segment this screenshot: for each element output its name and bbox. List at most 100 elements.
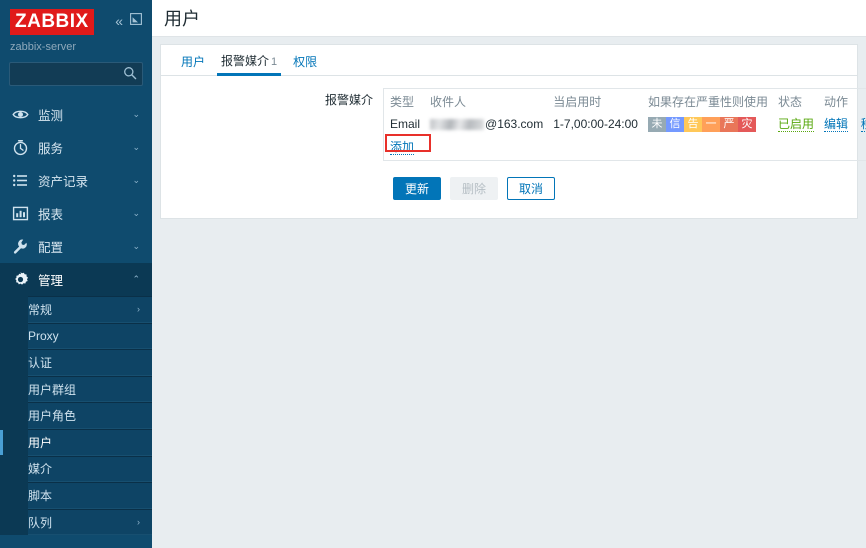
sidebar-subitem-label: 脚本 (28, 488, 53, 503)
sidebar-item-label: 服务 (38, 142, 64, 156)
media-box: 类型 收件人 当启用时 如果存在严重性则使用 状态 动作 Email @163.… (383, 88, 866, 161)
column-header-action: 动作 (824, 95, 849, 109)
sidebar-subitem-label: 认证 (28, 355, 53, 370)
bar-chart-icon (12, 205, 34, 222)
sidebar-nav: 监测 ⌄ 服务 ⌄ 资产记录 ⌄ 报表 ⌄ 配置 ⌄ 管理 ⌃ 常规 › Pro… (0, 98, 152, 536)
chevron-right-icon: › (137, 517, 140, 528)
sidebar-item-label: 管理 (38, 274, 64, 288)
sidebar-subitem-label: 用户群组 (28, 382, 77, 397)
sidebar-header-icons: « (115, 9, 142, 28)
edit-link[interactable]: 编辑 (824, 117, 849, 132)
chevron-up-icon: ⌃ (132, 274, 140, 284)
severity-badge-list: 未 信 告 一 严 灾 (647, 116, 756, 132)
search-icon (123, 66, 137, 83)
chevron-down-icon: ⌄ (132, 109, 140, 119)
severity-badge-disaster[interactable]: 灾 (737, 116, 756, 132)
sidebar-subitem-label: 常规 (28, 302, 53, 317)
cancel-button[interactable]: 取消 (507, 177, 556, 200)
severity-badge-average[interactable]: 一 (701, 116, 720, 132)
sidebar-item-queue[interactable]: 队列 › (28, 508, 152, 536)
server-name: zabbix-server (10, 41, 77, 53)
chevron-down-icon: ⌄ (132, 208, 140, 218)
cell-when-active: 1-7,00:00-24:00 (553, 116, 638, 131)
severity-badge-information[interactable]: 信 (665, 116, 684, 132)
redacted-recipient (430, 118, 485, 130)
sidebar-item-label: 资产记录 (38, 175, 89, 189)
column-header-when-active: 当启用时 (553, 95, 602, 109)
user-form-card: 用户 报警媒介 1 权限 报警媒介 类型 收件人 当启用时 如果存在严重性则使用… (160, 44, 866, 219)
table-row: Email @163.com 1-7,00:00-24:00 未 信 告 一 严… (390, 113, 866, 134)
cell-recipient: @163.com (430, 113, 553, 134)
sidebar-item-user-roles[interactable]: 用户角色 (28, 402, 152, 429)
gear-icon (12, 271, 34, 288)
main-content: 用户 用户 报警媒介 1 权限 报警媒介 类型 收件人 当启用时 如果存在严重性… (152, 0, 866, 548)
tab-bar: 用户 报警媒介 1 权限 (161, 45, 857, 76)
sidebar-subitem-label: 用户角色 (28, 409, 77, 424)
severity-badge-high[interactable]: 严 (719, 116, 738, 132)
sidebar-item-proxy[interactable]: Proxy (28, 322, 152, 350)
sidebar-item-label: 监测 (38, 109, 64, 123)
severity-badge-warning[interactable]: 告 (683, 116, 702, 132)
sidebar-search (0, 53, 152, 86)
tab-permissions[interactable]: 权限 (285, 56, 325, 75)
chevron-right-icon: › (137, 304, 140, 315)
sidebar-item-scripts[interactable]: 脚本 (28, 482, 152, 509)
tab-label: 报警媒介 (221, 54, 270, 68)
cell-status: 已启用 (777, 113, 824, 134)
sidebar-item-monitoring[interactable]: 监测 ⌄ (0, 98, 152, 131)
tab-count: 1 (271, 56, 278, 68)
sidebar-item-administration[interactable]: 管理 ⌃ (0, 263, 152, 296)
media-table: 类型 收件人 当启用时 如果存在严重性则使用 状态 动作 Email @163.… (390, 92, 866, 134)
form-button-row: 更新 删除 取消 (161, 161, 857, 200)
sidebar-item-reports[interactable]: 报表 ⌄ (0, 197, 152, 230)
chevron-down-icon: ⌄ (132, 241, 140, 251)
sidebar-item-media-types[interactable]: 媒介 (28, 455, 152, 483)
sidebar-item-user-groups[interactable]: 用户群组 (28, 375, 152, 403)
sidebar-subitem-label: 媒介 (28, 462, 53, 477)
search-box[interactable] (9, 62, 143, 86)
column-header-type: 类型 (390, 95, 415, 109)
table-header-row: 类型 收件人 当启用时 如果存在严重性则使用 状态 动作 (390, 92, 866, 113)
sidebar: ZABBIX « zabbix-server 监测 ⌄ 服务 ⌄ 资产记录 ⌄ … (0, 0, 152, 548)
tab-user[interactable]: 用户 (173, 56, 213, 75)
remove-link[interactable]: 移除 (860, 117, 866, 132)
expand-box-icon[interactable] (130, 13, 142, 28)
status-badge[interactable]: 已启用 (777, 117, 814, 132)
list-icon (12, 172, 34, 189)
tab-label: 权限 (293, 55, 318, 69)
cell-media-type: Email (390, 116, 421, 131)
add-media-wrap: 添加 (385, 134, 431, 155)
column-header-recipient: 收件人 (430, 95, 467, 109)
sidebar-item-inventory[interactable]: 资产记录 ⌄ (0, 164, 152, 197)
wrench-icon (12, 238, 34, 255)
severity-badge-not-classified[interactable]: 未 (647, 116, 666, 132)
double-chevron-left-icon[interactable]: « (115, 14, 123, 28)
app-root: ZABBIX « zabbix-server 监测 ⌄ 服务 ⌄ 资产记录 ⌄ … (0, 0, 866, 548)
sidebar-item-general[interactable]: 常规 › (28, 296, 152, 323)
update-button[interactable]: 更新 (393, 177, 442, 200)
sidebar-submenu-administration: 常规 › Proxy 认证 用户群组 用户角色 用户 媒介 脚本 队列 › (0, 296, 152, 536)
sidebar-subitem-label: 队列 (28, 515, 53, 530)
tab-media[interactable]: 报警媒介 1 (213, 54, 285, 76)
sidebar-item-users[interactable]: 用户 (0, 428, 152, 456)
cell-actions: 编辑 移除 (824, 113, 866, 134)
sidebar-header: ZABBIX « (0, 0, 152, 35)
tab-label: 用户 (181, 55, 206, 69)
eye-icon (12, 106, 34, 123)
chevron-down-icon: ⌄ (132, 175, 140, 185)
zabbix-logo: ZABBIX (10, 9, 94, 35)
column-header-status: 状态 (777, 95, 802, 109)
media-form-area: 报警媒介 类型 收件人 当启用时 如果存在严重性则使用 状态 动作 Email … (161, 76, 866, 218)
sidebar-item-services[interactable]: 服务 ⌄ (0, 131, 152, 164)
add-media-link[interactable]: 添加 (390, 140, 415, 155)
media-field-label: 报警媒介 (324, 93, 373, 107)
cell-severities: 未 信 告 一 严 灾 (647, 113, 778, 134)
media-box-wrap: 类型 收件人 当启用时 如果存在严重性则使用 状态 动作 Email @163.… (383, 88, 866, 161)
page-header: 用户 (152, 0, 866, 37)
recipient-domain: @163.com (485, 116, 544, 131)
sidebar-item-label: 配置 (38, 241, 64, 255)
sidebar-item-configuration[interactable]: 配置 ⌄ (0, 230, 152, 263)
media-row: 报警媒介 类型 收件人 当启用时 如果存在严重性则使用 状态 动作 Email … (161, 88, 866, 161)
sidebar-subitem-label: Proxy (28, 328, 59, 343)
sidebar-item-authentication[interactable]: 认证 (28, 349, 152, 376)
